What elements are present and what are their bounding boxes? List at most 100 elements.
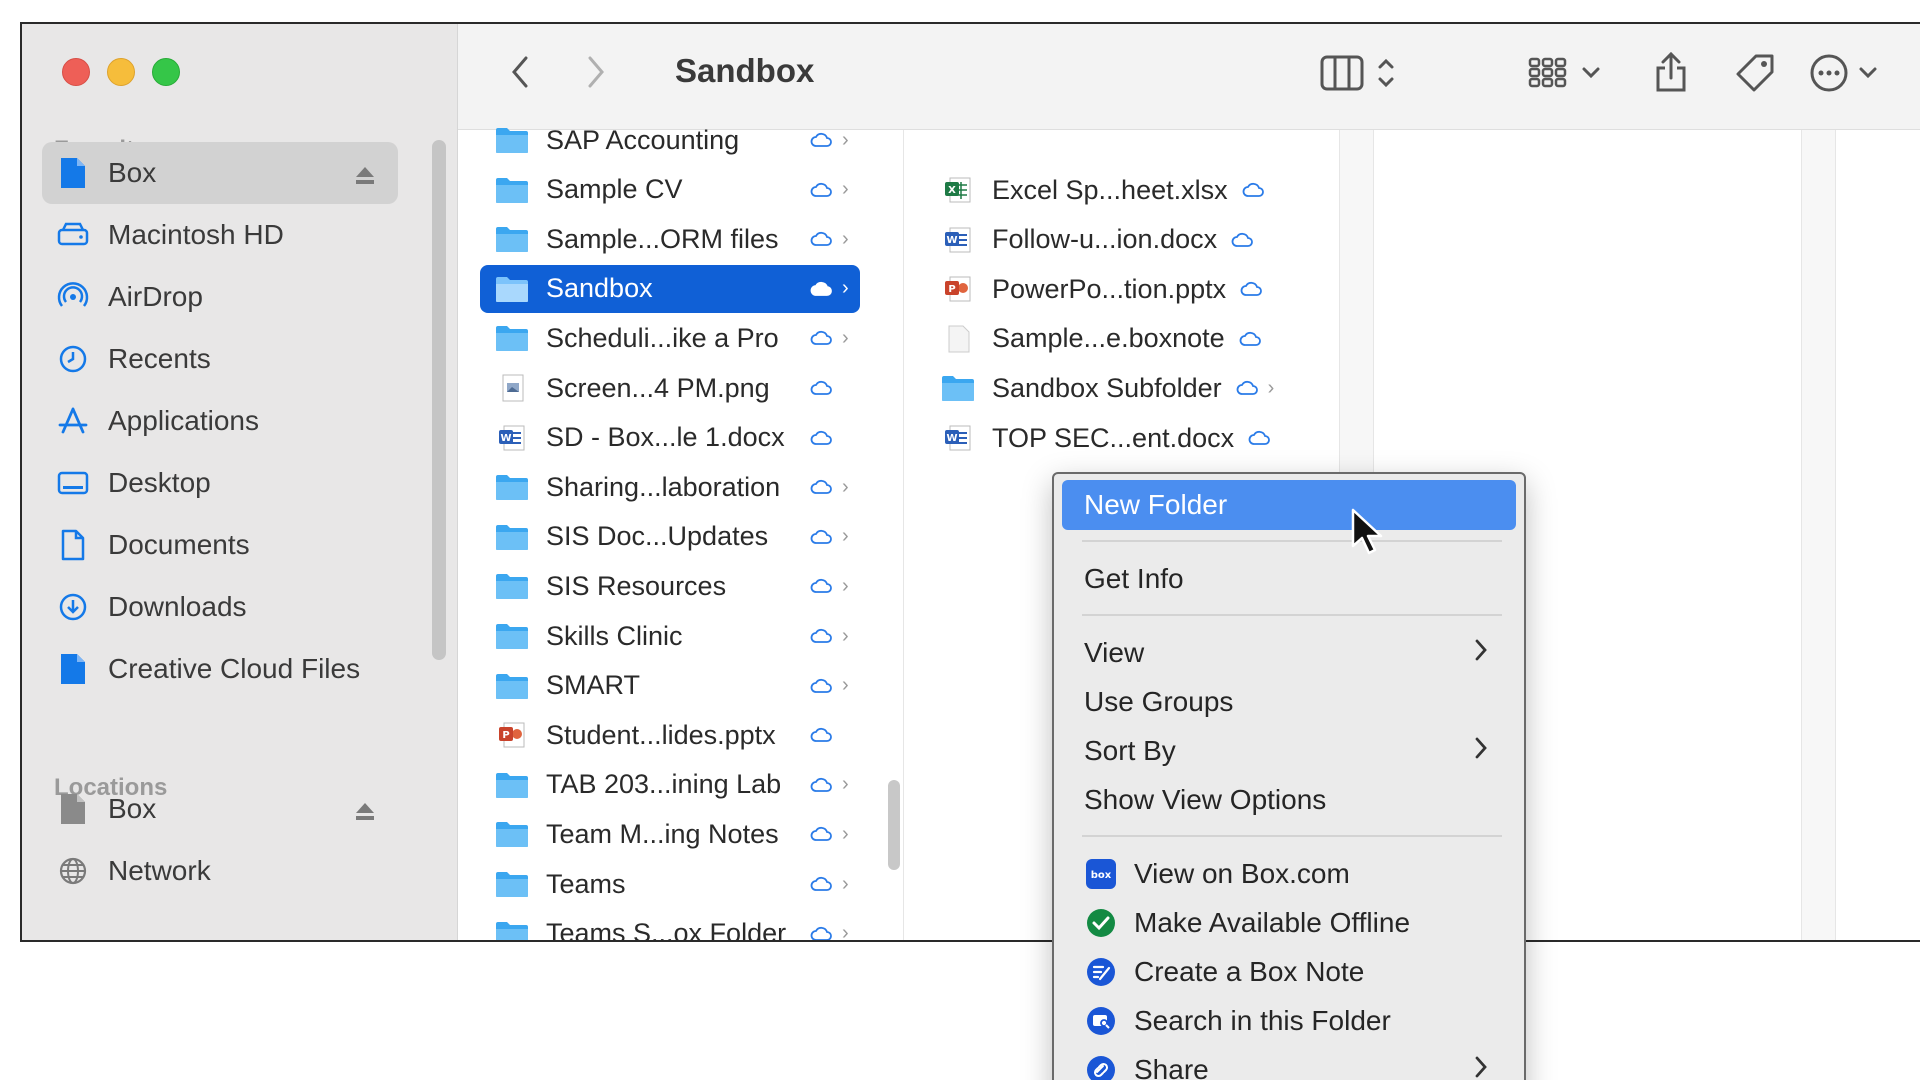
list-item[interactable]: Screen...4 PM.png (480, 364, 860, 412)
chevron-right-icon: › (842, 277, 849, 300)
sidebar-item-creative-cloud-files[interactable]: Creative Cloud Files (42, 638, 398, 700)
list-item[interactable]: X Excel Sp...heet.xlsx (940, 166, 1320, 214)
menu-item-label: View (1084, 637, 1145, 668)
cloud-icon (810, 926, 834, 940)
folder-icon (940, 373, 976, 403)
column-scrollbar[interactable] (888, 780, 900, 870)
chevron-right-icon: › (842, 922, 849, 942)
menu-item-create-a-box-note[interactable]: Create a Box Note (1062, 947, 1516, 997)
menu-item-get-info[interactable]: Get Info (1062, 554, 1516, 604)
sidebar-item-network[interactable]: Network (42, 840, 398, 902)
folder-search-icon (1084, 1004, 1118, 1038)
minimize-window-button[interactable] (107, 58, 135, 86)
sidebar-scrollbar[interactable] (432, 140, 446, 660)
folder-icon (494, 125, 530, 155)
cloud-icon (1231, 232, 1255, 248)
forward-button[interactable] (576, 52, 616, 92)
list-item[interactable]: SIS Resources › (480, 562, 860, 610)
file-name: Sample...ORM files (546, 223, 779, 254)
window-title: Sandbox (675, 52, 815, 89)
menu-item-search-in-this-folder[interactable]: Search in this Folder (1062, 996, 1516, 1046)
list-item[interactable]: W Follow-u...ion.docx (940, 216, 1320, 264)
menu-item-show-view-options[interactable]: Show View Options (1062, 775, 1516, 825)
cloud-icon (810, 826, 834, 842)
sidebar-item-airdrop[interactable]: AirDrop (42, 266, 398, 328)
cloud-icon (1242, 182, 1266, 198)
chevron-left-icon (512, 56, 528, 88)
list-item[interactable]: Sharing...laboration › (480, 463, 860, 511)
list-item[interactable]: W SD - Box...le 1.docx (480, 414, 860, 462)
cloud-icon (810, 727, 834, 743)
close-window-button[interactable] (62, 58, 90, 86)
list-item[interactable]: SIS Doc...Updates › (480, 513, 860, 561)
list-item[interactable]: Sample...e.boxnote (940, 315, 1320, 363)
sidebar-item-desktop[interactable]: Desktop (42, 452, 398, 514)
tags-button[interactable] (1732, 50, 1778, 96)
chevron-right-icon: › (842, 773, 849, 796)
file-name: SMART (546, 670, 641, 701)
list-item[interactable]: TAB 203...ining Lab › (480, 761, 860, 809)
list-item[interactable]: P Student...lides.pptx (480, 711, 860, 759)
list-item[interactable]: Team M...ing Notes › (480, 810, 860, 858)
sidebar-item-box-location[interactable]: Box (42, 778, 398, 840)
clock-icon (56, 342, 90, 376)
chevron-right-icon: › (842, 128, 849, 151)
menu-item-view[interactable]: View (1062, 628, 1516, 678)
sidebar-item-recents[interactable]: Recents (42, 328, 398, 390)
menu-separator (1082, 540, 1502, 542)
list-item[interactable]: Sample CV › (480, 166, 860, 214)
powerpoint-document-icon: P (940, 274, 976, 304)
list-item[interactable]: Sample...ORM files › (480, 215, 860, 263)
sidebar-item-label: AirDrop (108, 281, 203, 312)
blank-document-icon (940, 324, 976, 354)
menu-item-share[interactable]: Share (1062, 1045, 1516, 1080)
list-item[interactable]: SAP Accounting › (480, 116, 860, 164)
folder-icon (494, 175, 530, 205)
link-icon (1084, 1053, 1118, 1080)
list-item[interactable]: Teams › (480, 860, 860, 908)
zoom-window-button[interactable] (152, 58, 180, 86)
eject-icon[interactable] (354, 161, 376, 193)
cloud-icon (810, 876, 834, 892)
list-item[interactable]: Sandbox Subfolder › (940, 364, 1320, 412)
svg-text:W: W (946, 235, 957, 246)
cloud-icon (810, 182, 834, 198)
list-item[interactable]: W TOP SEC...ent.docx (940, 414, 1320, 462)
group-button[interactable] (1524, 50, 1614, 96)
sidebar-item-macintosh-hd[interactable]: Macintosh HD (42, 204, 398, 266)
sidebar-item-label: Downloads (108, 591, 247, 622)
menu-item-make-available-offline[interactable]: Make Available Offline (1062, 898, 1516, 948)
view-mode-button[interactable] (1316, 50, 1406, 96)
menu-item-view-on-box-com[interactable]: box View on Box.com (1062, 849, 1516, 899)
list-item[interactable]: P PowerPo...tion.pptx (940, 265, 1320, 313)
context-menu: New Folder Get Info View Use Groups Sort By S… (1052, 472, 1526, 1080)
checkmark-circle-icon (1084, 906, 1118, 940)
sidebar-item-applications[interactable]: Applications (42, 390, 398, 452)
eject-icon[interactable] (354, 797, 376, 829)
sidebar-item-downloads[interactable]: Downloads (42, 576, 398, 638)
chevron-right-icon (1474, 736, 1488, 767)
list-item[interactable]: SMART › (480, 662, 860, 710)
box-logo-icon: box (1084, 857, 1118, 891)
back-button[interactable] (500, 52, 540, 92)
sidebar-item-box[interactable]: Box (42, 142, 398, 204)
list-item[interactable]: Scheduli...ike a Pro › (480, 314, 860, 362)
creative-cloud-icon (56, 652, 90, 686)
list-item[interactable]: Skills Clinic › (480, 612, 860, 660)
menu-item-sort-by[interactable]: Sort By (1062, 726, 1516, 776)
share-button[interactable] (1648, 46, 1694, 98)
list-item[interactable]: Teams S...ox Folder › (480, 910, 860, 942)
chevron-right-icon: › (1267, 376, 1275, 399)
more-actions-button[interactable] (1808, 50, 1888, 96)
chevron-down-icon (1859, 67, 1877, 79)
sidebar-item-label: Macintosh HD (108, 219, 284, 250)
sidebar-item-label: Box (108, 793, 157, 824)
list-item[interactable]: Sandbox › (480, 264, 860, 313)
menu-item-use-groups[interactable]: Use Groups (1062, 677, 1516, 727)
menu-item-new-folder[interactable]: New Folder (1062, 480, 1516, 530)
chevron-right-icon: › (842, 822, 849, 845)
globe-icon (56, 854, 90, 888)
folder-icon (494, 224, 530, 254)
sidebar-item-documents[interactable]: Documents (42, 514, 398, 576)
menu-item-label: Create a Box Note (1134, 956, 1365, 987)
